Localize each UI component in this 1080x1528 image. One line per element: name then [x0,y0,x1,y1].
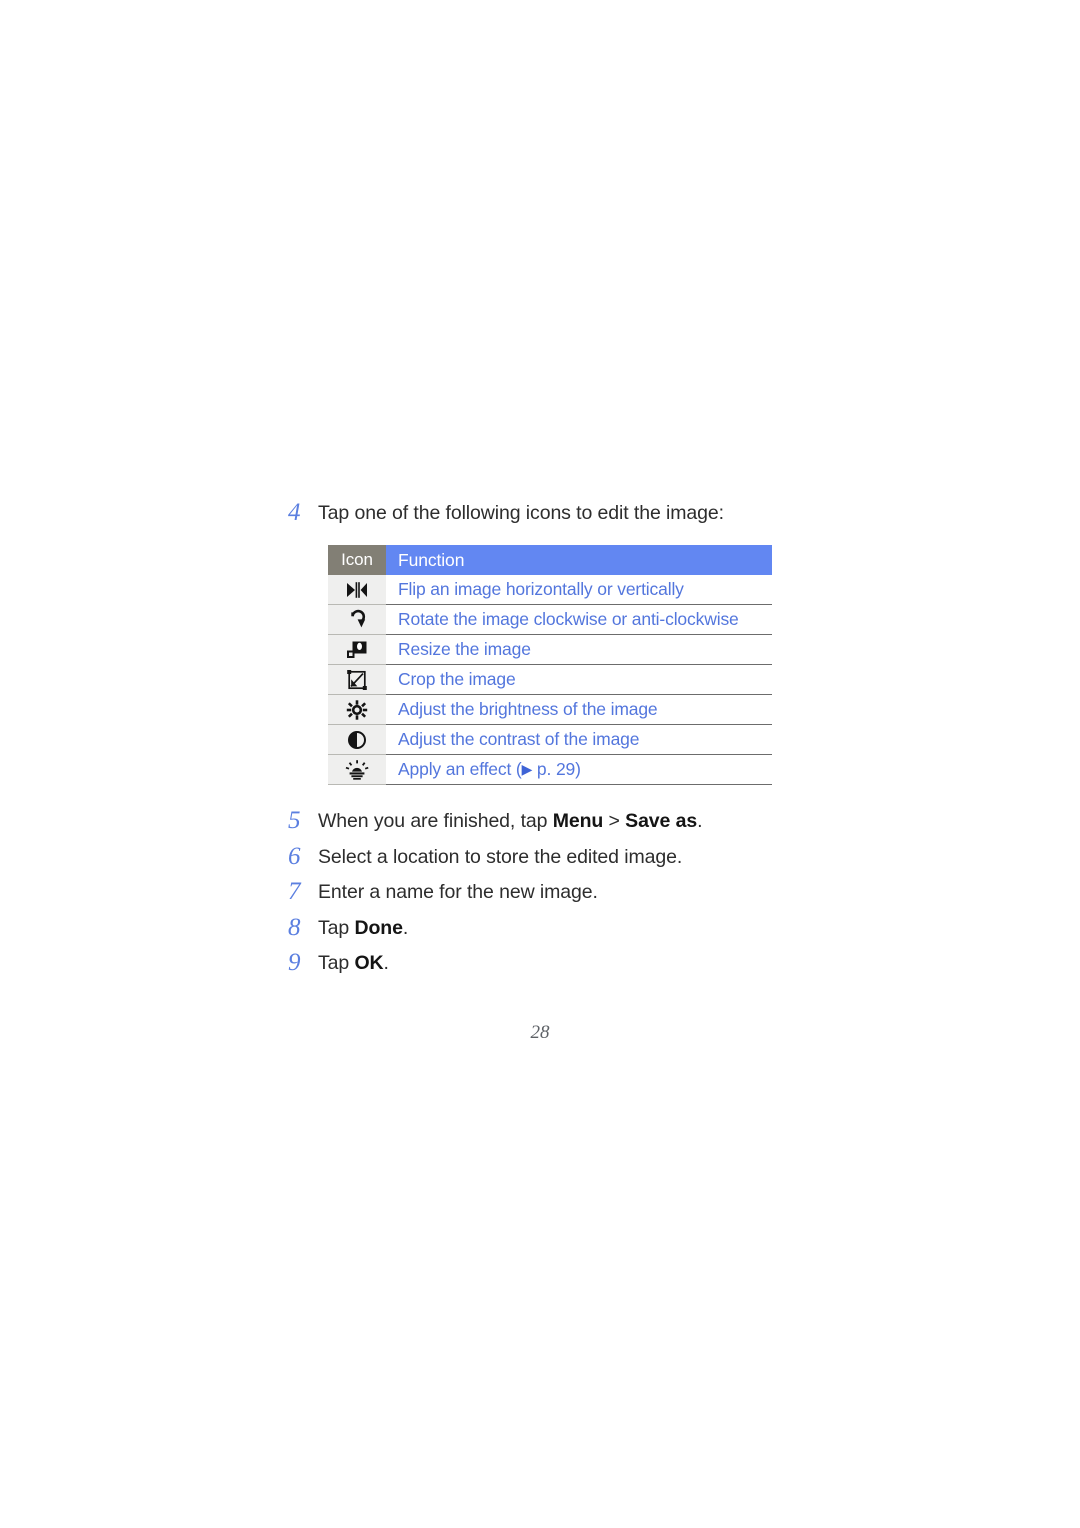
table-header-row: Icon Function [328,545,772,575]
step-number: 8 [288,913,301,941]
step-text-post: . [402,916,409,939]
column-header-icon: Icon [328,545,386,575]
function-text: Adjust the brightness of the image [398,699,658,719]
step-5: 5 When you are finished, tap Menu > Save… [288,806,808,836]
step-text-pre: Select a location to store the edited im… [318,845,683,868]
step-7: 7 Enter a name for the new image. [288,877,808,907]
function-text: Apply an effect ( [398,759,522,779]
function-text: Flip an image horizontally or vertically [398,579,684,599]
icon-cell [328,575,386,605]
step-number: 6 [288,842,301,870]
function-cell: Adjust the brightness of the image [386,694,772,725]
function-text: Resize the image [398,639,531,659]
page-number: 28 [530,1022,550,1043]
page-content: 4 Tap one of the following icons to edit… [288,498,808,984]
step-text-bold-menu: Menu [552,810,604,832]
step-text-pre: Tap [318,916,355,939]
resize-icon [344,639,370,661]
step-text-pre: Tap [318,952,355,974]
step-text-bold-saveas: Save as [625,810,698,832]
step-text: Tap Done. [318,913,408,943]
step-text: Select a location to store the edited im… [318,842,682,872]
icon-cell [328,754,386,785]
step-9: 9 Tap OK. [288,948,808,978]
function-cell: Adjust the contrast of the image [386,724,772,755]
effect-icon [344,759,370,781]
rotate-icon [344,609,370,631]
table-row: Flip an image horizontally or vertically [328,575,772,605]
function-text: Crop the image [398,669,516,689]
step-number: 4 [288,499,301,526]
step-text: When you are finished, tap Menu > Save a… [318,806,703,836]
function-cell: Flip an image horizontally or vertically [386,575,772,605]
function-suffix: p. 29) [532,759,581,779]
function-text: Rotate the image clockwise or anti-clock… [398,609,739,629]
step-text: Enter a name for the new image. [318,877,598,907]
icon-cell [328,604,386,635]
step-text: Tap one of the following icons to edit t… [318,502,724,524]
step-text-post: . [697,810,703,832]
step-text-pre: Enter a name for the new image. [318,881,598,903]
table-row: Adjust the contrast of the image [328,724,772,755]
table-row: Resize the image [328,634,772,665]
step-8: 8 Tap Done. [288,913,808,943]
table-row: Apply an effect (▶ p. 29) [328,754,772,785]
cross-reference-arrow-icon: ▶ [521,761,533,777]
step-number: 9 [288,949,301,976]
step-number: 5 [288,807,301,834]
column-header-function: Function [386,545,772,575]
function-cell: Apply an effect (▶ p. 29) [386,754,772,785]
function-cell: Resize the image [386,634,772,665]
crop-icon [344,669,370,691]
step-4: 4 Tap one of the following icons to edit… [288,498,808,528]
table-row: Rotate the image clockwise or anti-clock… [328,604,772,635]
step-text-bold-done: Done [354,916,403,939]
step-text: Tap OK. [318,948,389,978]
brightness-icon [344,699,370,721]
step-text-post: . [383,952,389,974]
function-text: Adjust the contrast of the image [398,729,640,749]
icon-cell [328,694,386,725]
icon-cell [328,664,386,695]
icon-cell [328,634,386,665]
manual-page: 4 Tap one of the following icons to edit… [0,0,1080,1528]
icon-cell [328,724,386,755]
flip-icon [344,579,370,601]
table-row: Adjust the brightness of the image [328,694,772,725]
step-list: 5 When you are finished, tap Menu > Save… [288,806,808,978]
step-text-pre: When you are finished, tap [318,810,553,832]
function-cell: Crop the image [386,664,772,695]
step-number: 7 [288,878,301,905]
contrast-icon [344,729,370,751]
step-text-bold-ok: OK [354,952,384,974]
function-cell: Rotate the image clockwise or anti-clock… [386,604,772,635]
icon-function-table: Icon Function Flip an image horizontally… [328,545,772,785]
step-text-mid: > [603,810,626,832]
step-6: 6 Select a location to store the edited … [288,842,808,872]
table-row: Crop the image [328,664,772,695]
